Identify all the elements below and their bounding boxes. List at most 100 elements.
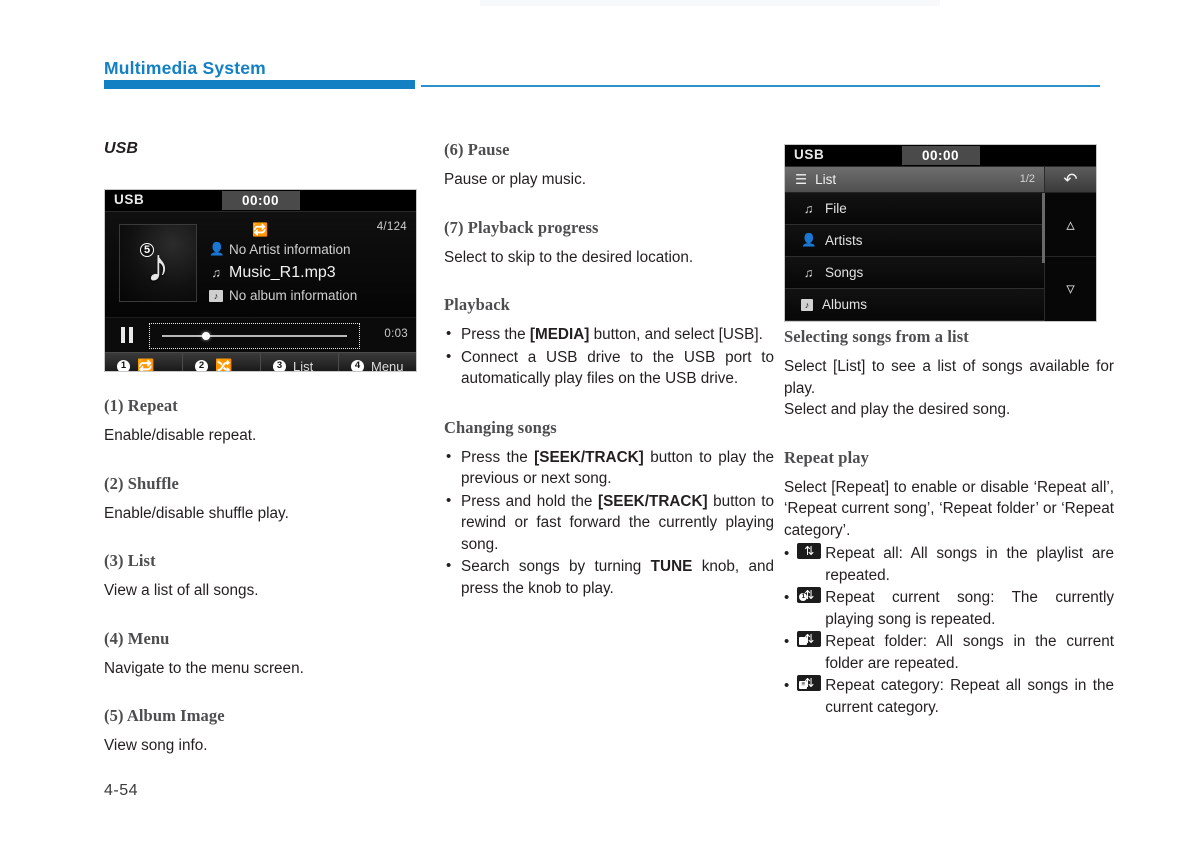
shuffle-button[interactable]: 2 🔀 [183,353,261,372]
list-item-albums[interactable]: ♪ Albums [785,289,1044,321]
list-body: ☰ List 1/2 ♫ File 👤 Artists ♫ Songs ♪ Al… [785,167,1096,321]
selecting-line-1: Select [List] to see a list of songs ava… [784,358,1114,397]
left-column: USB [104,140,434,158]
menu-button-label: Menu [371,359,404,372]
item-6-text: Pause or play music. [444,171,586,188]
player-top-bar: USB 00:00 [105,190,416,212]
album-art[interactable]: ♪ 5 [119,224,197,302]
repeat-category-icon: ⇅≡ [797,675,822,691]
progress-thumb[interactable] [202,332,211,340]
usb-list-screen[interactable]: USB 00:00 ☰ List 1/2 ♫ File 👤 Artists ♫ … [784,144,1097,322]
chevron-up-icon: ▵ [1066,214,1075,234]
list-page-indicator: 1/2 [1019,173,1035,185]
repeat-folder-icon: ⇅ [797,631,822,647]
repeat-bullet-one-text: Repeat current song: The currently playi… [825,589,1114,628]
list-item-file-label: File [825,201,847,216]
artist-name: No Artist information [229,242,351,257]
usb-section-heading: USB [104,140,139,157]
changing-bullet-1: Press the [SEEK/TRACK] button to play th… [444,446,774,490]
page-title: Multimedia System [104,58,266,78]
album-icon: ♪ [209,289,223,302]
scroll-up-button[interactable]: ▵ [1045,193,1096,257]
back-arrow-icon: ↶ [1063,169,1078,189]
pause-icon[interactable] [121,327,134,343]
changing-bullet-3-bold: TUNE [650,558,693,575]
changing-bullet-1-pre: Press the [461,448,535,466]
list-icon: ☰ [795,171,808,187]
list-header: ☰ List 1/2 [785,167,1044,193]
repeat-play-bullets: ⇅ Repeat all: All songs in the playlist … [784,543,1114,718]
changing-bullet-3-pre: Search songs by turning [461,558,651,575]
item-4-text: Navigate to the menu screen. [104,659,304,677]
list-button[interactable]: 3 List [261,353,339,371]
player-main-area: ♪ 5 🔁 4/124 👤 No Artist information ♫ Mu… [105,212,416,317]
playback-bullet-2: Connect a USB drive to the USB port to a… [444,346,774,390]
shuffle-icon: 🔀 [215,358,233,372]
list-item-artists-label: Artists [825,233,863,248]
item-3-title: (3) List [104,551,156,570]
list-side-controls: ↶ ▵ ▿ [1042,167,1096,321]
playback-bullets: Press the [MEDIA] button, and select [US… [444,323,774,390]
track-count: 4/124 [376,221,407,233]
callout-1: 1 [117,360,130,371]
list-rows-area: ☰ List 1/2 ♫ File 👤 Artists ♫ Songs ♪ Al… [785,167,1044,321]
callout-2: 2 [195,360,208,371]
list-scroll-controls: ▵ ▿ [1042,193,1096,321]
progress-bar[interactable] [149,323,360,349]
list-top-bar: USB 00:00 [785,145,1096,167]
playback-heading: Playback [444,295,510,314]
song-row: ♫ Music_R1.mp3 [209,261,410,284]
music-note-icon: ♫ [803,201,814,216]
repeat-play-heading: Repeat play [784,447,869,467]
list-header-label: List [815,172,837,187]
chevron-down-icon: ▿ [1066,279,1075,298]
callout-4: 4 [351,360,364,371]
artist-row: 👤 No Artist information [209,238,410,261]
menu-button[interactable]: 4 Menu [339,353,416,372]
left-column-body: (1) Repeat Enable/disable repeat. (2) Sh… [104,396,434,757]
repeat-bullet-all-text: Repeat all: All songs in the playlist ar… [825,545,1114,584]
header-rule-thick [104,80,415,89]
list-item-file[interactable]: ♫ File [785,193,1044,225]
usb-player-screen[interactable]: USB 00:00 ♪ 5 🔁 4/124 👤 No Artist inform… [104,189,417,372]
repeat-bullet-all: ⇅ Repeat all: All songs in the playlist … [784,543,1114,586]
item-2-text: Enable/disable shuffle play. [104,504,289,522]
selecting-heading: Selecting songs from a list [784,327,969,346]
callout-3: 3 [273,360,286,371]
changing-bullet-2-bold: [SEEK/TRACK] [597,492,708,510]
changing-bullet-2-pre: Press and hold the [461,492,598,510]
item-4-title: (4) Menu [104,628,170,648]
item-3-text: View a list of all songs. [104,582,259,599]
song-title: Music_R1.mp3 [229,263,336,281]
scroll-down-button[interactable]: ▿ [1045,257,1096,321]
repeat-play-intro: Select [Repeat] to enable or disable ‘Re… [784,478,1114,539]
changing-bullet-3: Search songs by turning TUNE knob, and p… [444,555,774,599]
track-metadata: 👤 No Artist information ♫ Music_R1.mp3 ♪… [209,238,410,307]
back-button[interactable]: ↶ [1045,167,1096,193]
page-number: 4-54 [104,782,139,799]
changing-bullet-2: Press and hold the [SEEK/TRACK] button t… [444,490,774,556]
item-5-title: (5) Album Image [104,706,225,725]
header-rule-thin [421,85,1100,87]
artist-icon: 👤 [801,233,817,247]
album-icon: ♪ [801,298,813,311]
item-1-title: (1) Repeat [104,396,178,415]
player-progress-area[interactable]: 6 7 0:03 [105,317,416,352]
item-1-text: Enable/disable repeat. [104,427,257,444]
repeat-all-icon: ⇅ [797,543,822,559]
list-item-artists[interactable]: 👤 Artists [785,225,1044,257]
player-clock: 00:00 [221,191,300,210]
selecting-line-2: Select and play the desired song. [784,401,1011,418]
list-item-songs[interactable]: ♫ Songs [785,257,1044,289]
repeat-icon: 🔁 [137,358,155,372]
playback-bullet-1: Press the [MEDIA] button, and select [US… [444,323,774,346]
repeat-button[interactable]: 1 🔁 [105,353,183,372]
playback-bullet-1-pre: Press the [461,326,530,343]
album-name: No album information [229,288,358,303]
repeat-bullet-category-text: Repeat category: Repeat all songs in the… [825,677,1114,716]
playback-bullet-2-post: Connect a USB drive to the USB port to a… [461,348,774,388]
scan-artifact-band [480,0,940,6]
item-7-title: (7) Playback progress [444,217,599,237]
player-button-bar: 1 🔁 2 🔀 3 List 4 Menu [105,352,416,372]
callout-5: 5 [140,243,154,257]
